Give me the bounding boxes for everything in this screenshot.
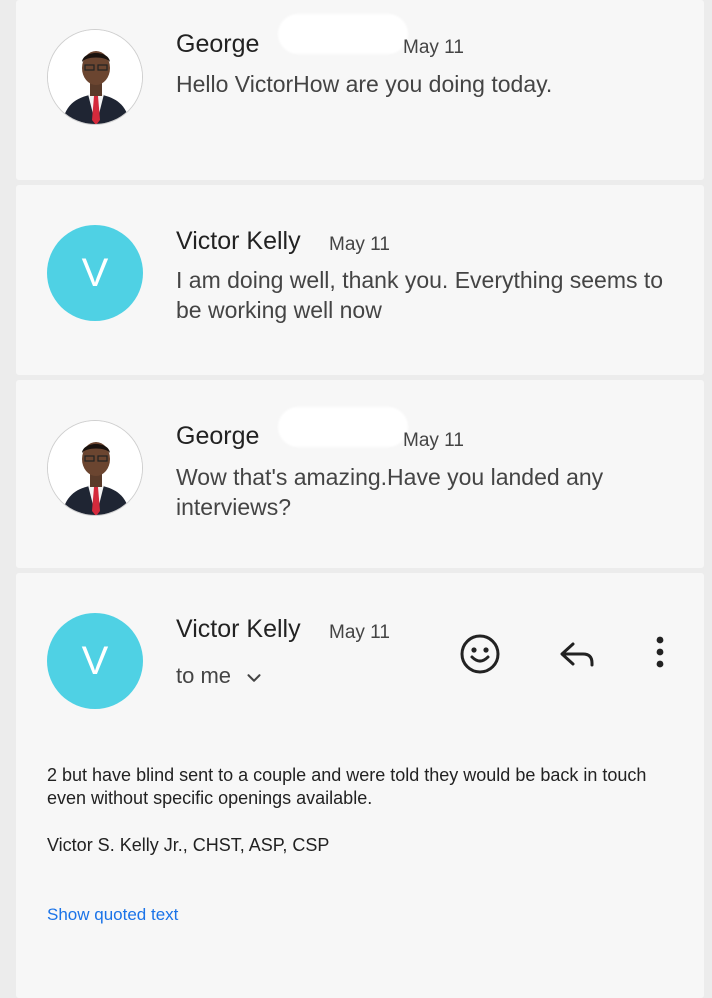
message-body: 2 but have blind sent to a couple and we… <box>47 765 647 808</box>
sender-name: Victor Kelly <box>176 615 301 643</box>
message-date: May 11 <box>403 430 464 451</box>
message-signature: Victor S. Kelly Jr., CHST, ASP, CSP <box>47 835 330 855</box>
avatar-victor: V <box>47 225 143 321</box>
message-card-victor-expanded: V Victor Kelly May 11 to me 2 but have b… <box>16 573 704 998</box>
recipient-label: to me <box>176 663 232 688</box>
message-card-george-2[interactable]: George May 11 Wow that's amazing.Have yo… <box>16 380 704 568</box>
message-card-george-1[interactable]: George May 11 Hello VictorHow are you do… <box>16 0 704 180</box>
show-quoted-text-link[interactable]: Show quoted text <box>47 905 178 925</box>
message-date: May 11 <box>403 37 464 58</box>
redacted-email <box>278 14 408 54</box>
avatar-george <box>47 29 143 125</box>
sender-name: George <box>176 422 260 450</box>
message-snippet: I am doing well, thank you. Everything s… <box>176 267 664 323</box>
recipient-toggle[interactable]: to me <box>176 661 265 691</box>
redacted-email <box>278 407 408 447</box>
smiley-icon[interactable] <box>458 632 502 676</box>
avatar-george <box>47 420 143 516</box>
reply-icon[interactable] <box>555 632 599 676</box>
chevron-down-icon <box>247 674 261 682</box>
message-date: May 11 <box>329 622 390 643</box>
sender-name: Victor Kelly <box>176 227 301 255</box>
sender-name: George <box>176 30 260 58</box>
message-snippet: Wow that's amazing.Have you landed any i… <box>176 464 604 520</box>
message-card-victor-1[interactable]: V Victor Kelly May 11 I am doing well, t… <box>16 185 704 375</box>
avatar-victor: V <box>47 613 143 709</box>
more-vert-icon[interactable] <box>650 632 670 676</box>
person-photo-icon <box>48 30 142 124</box>
message-date: May 11 <box>329 234 390 255</box>
person-photo-icon <box>48 421 142 515</box>
message-snippet: Hello VictorHow are you doing today. <box>176 71 553 97</box>
